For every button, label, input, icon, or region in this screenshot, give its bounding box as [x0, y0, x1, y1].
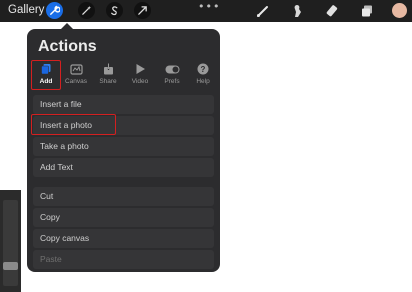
- item-label: Copy canvas: [40, 233, 90, 243]
- tab-help[interactable]: ? Help: [189, 62, 217, 88]
- take-photo-item[interactable]: Take a photo: [33, 137, 214, 156]
- insert-file-item[interactable]: Insert a file: [33, 95, 214, 114]
- share-icon: [103, 62, 114, 76]
- selection-icon[interactable]: [106, 2, 123, 19]
- paste-item: Paste: [33, 250, 214, 269]
- transform-arrow-icon[interactable]: [134, 2, 151, 19]
- top-toolbar: Gallery •••: [0, 0, 412, 22]
- item-highlight-box: [31, 114, 116, 135]
- item-label: Cut: [40, 191, 54, 201]
- more-icon[interactable]: •••: [198, 0, 220, 13]
- help-icon: ?: [197, 62, 209, 76]
- tab-highlight-box: [31, 60, 61, 90]
- copy-canvas-item[interactable]: Copy canvas: [33, 229, 214, 248]
- layers-icon[interactable]: [358, 2, 376, 20]
- add-text-item[interactable]: Add Text: [33, 158, 214, 177]
- slider-thumb[interactable]: [3, 262, 18, 270]
- item-label: Insert a file: [40, 99, 82, 109]
- brush-icon[interactable]: [254, 2, 272, 20]
- item-label: Take a photo: [40, 141, 89, 151]
- wrench-icon[interactable]: [46, 2, 63, 19]
- tab-prefs[interactable]: Prefs: [158, 62, 186, 88]
- panel-title: Actions: [38, 38, 97, 55]
- item-label: Copy: [40, 212, 60, 222]
- tab-canvas[interactable]: Canvas: [62, 62, 90, 88]
- tab-label: Share: [99, 78, 117, 85]
- canvas-icon: [69, 62, 83, 76]
- tab-share[interactable]: Share: [94, 62, 122, 88]
- item-label: Paste: [40, 254, 62, 264]
- svg-text:?: ?: [201, 65, 206, 74]
- brush-size-slider[interactable]: [3, 200, 18, 286]
- tab-video[interactable]: Video: [126, 62, 154, 88]
- tab-label: Video: [131, 78, 149, 85]
- copy-item[interactable]: Copy: [33, 208, 214, 227]
- gallery-button[interactable]: Gallery: [8, 4, 44, 16]
- cut-item[interactable]: Cut: [33, 187, 214, 206]
- video-icon: [135, 62, 146, 76]
- tab-label: Canvas: [64, 78, 88, 85]
- eraser-icon[interactable]: [324, 2, 342, 20]
- magic-wand-icon[interactable]: [78, 2, 95, 19]
- color-swatch[interactable]: [392, 3, 407, 18]
- item-label: Add Text: [40, 162, 73, 172]
- tab-label: Help: [196, 78, 210, 85]
- tab-label: Prefs: [164, 78, 180, 85]
- toggle-icon: [165, 62, 180, 76]
- smudge-icon[interactable]: [288, 2, 306, 20]
